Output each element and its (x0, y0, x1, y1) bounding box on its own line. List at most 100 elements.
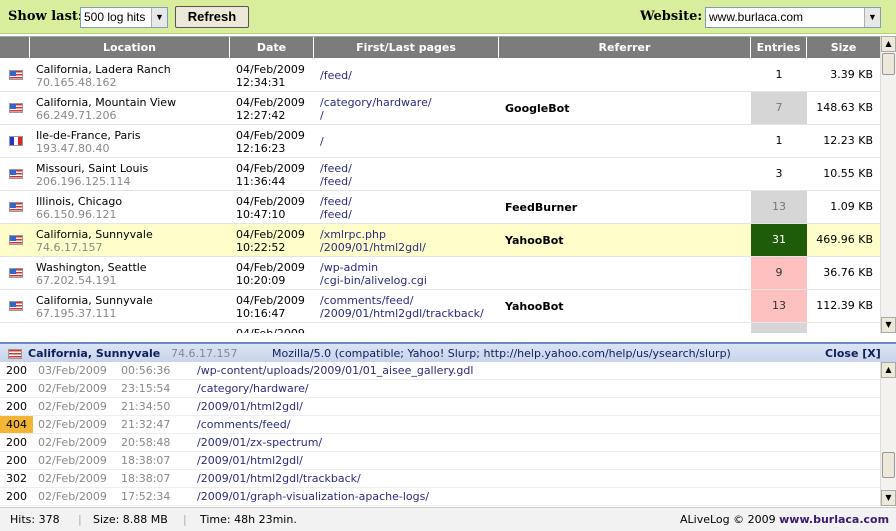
chevron-down-icon[interactable]: ▼ (151, 8, 167, 27)
first-page-link[interactable]: / (320, 135, 324, 148)
log-row[interactable]: 302 02/Feb/2009 18:38:07/2009/01/html2gdl/… (0, 470, 880, 488)
first-page-link[interactable]: /comments/feed/ (320, 294, 414, 307)
first-page-link[interactable]: /xmlrpc.php (320, 228, 386, 241)
table-row[interactable]: 04/Feb/2009/2009/01/html2gdl/ (0, 323, 880, 333)
log-row[interactable]: 200 02/Feb/2009 21:34:50/2009/01/html2gdl/ (0, 398, 880, 416)
transfer-size: 36.76 KB (823, 266, 873, 279)
first-page-link[interactable]: /feed/ (320, 69, 352, 82)
visit-date: 04/Feb/2009 (236, 162, 305, 175)
transfer-size (807, 323, 873, 333)
first-page-link[interactable]: /category/hardware/ (320, 96, 432, 109)
log-date: 02/Feb/2009 (38, 382, 107, 395)
table-row[interactable]: California, Mountain View 66.249.71.206 04… (0, 92, 880, 125)
last-page-link[interactable]: /feed/ (320, 208, 352, 221)
visit-date: 04/Feb/2009 (236, 294, 305, 307)
table-row[interactable]: California, Sunnyvale 74.6.17.157 04/Feb/2… (0, 224, 880, 257)
status-code: 302 (6, 472, 27, 485)
column-header-entries[interactable]: Entries (751, 37, 807, 59)
scroll-thumb[interactable] (882, 452, 895, 478)
table-row[interactable]: California, Sunnyvale 67.195.37.111 04/Feb… (0, 290, 880, 323)
log-row[interactable]: 404 02/Feb/2009 21:32:47/comments/feed/ (0, 416, 880, 434)
entries-count: 7 (751, 92, 807, 124)
status-code: 404 (0, 416, 33, 433)
refresh-button[interactable]: Refresh (175, 6, 249, 28)
column-header-size[interactable]: Size (807, 37, 880, 59)
log-time: 20:58:48 (121, 436, 171, 449)
column-header-pages[interactable]: First/Last pages (314, 37, 499, 59)
log-path-link[interactable]: /2009/01/graph-visualization-apache-logs… (197, 490, 429, 503)
log-path-link[interactable]: /comments/feed/ (197, 418, 291, 431)
log-path-link[interactable]: /wp-content/uploads/2009/01/01_aisee_gal… (197, 364, 473, 377)
visit-date: 04/Feb/2009 (236, 129, 305, 142)
last-page-link[interactable]: /2009/01/html2gdl/ (320, 241, 426, 254)
log-date: 02/Feb/2009 (38, 472, 107, 485)
table-row[interactable]: Ile-de-France, Paris 193.47.80.40 04/Feb/2… (0, 125, 880, 158)
chevron-down-icon[interactable]: ▼ (864, 8, 880, 27)
hit-log: 200 03/Feb/2009 00:56:36/wp-content/upload… (0, 362, 880, 506)
location-name: California, Sunnyvale (36, 228, 153, 241)
table-row[interactable]: California, Ladera Ranch 70.165.48.162 04/… (0, 59, 880, 92)
last-page-link[interactable]: / (320, 109, 324, 122)
log-row[interactable]: 200 02/Feb/2009 23:15:54/category/hardware… (0, 380, 880, 398)
entries-count: 13 (751, 290, 807, 322)
visits-table: Location Date First/Last pages Referrer … (0, 36, 880, 333)
scroll-up-icon[interactable]: ▲ (881, 36, 896, 52)
log-date: 03/Feb/2009 (38, 364, 107, 377)
column-header-referrer[interactable]: Referrer (499, 37, 751, 59)
table-row[interactable]: Washington, Seattle 67.202.54.191 04/Feb/2… (0, 257, 880, 290)
log-path-link[interactable]: /2009/01/html2gdl/trackback/ (197, 472, 361, 485)
column-header-date[interactable]: Date (230, 37, 314, 59)
scroll-down-icon[interactable]: ▼ (881, 490, 896, 506)
entries-count (751, 323, 807, 333)
scroll-up-icon[interactable]: ▲ (881, 362, 896, 378)
log-path-link[interactable]: /2009/01/html2gdl/ (197, 454, 303, 467)
log-time: 00:56:36 (121, 364, 171, 377)
log-row[interactable]: 200 02/Feb/2009 20:58:48/2009/01/zx-spectr… (0, 434, 880, 452)
location-name: California, Mountain View (36, 96, 177, 109)
entries-count: 1 (775, 68, 783, 81)
log-path-link[interactable]: /2009/01/html2gdl/ (197, 400, 303, 413)
transfer-size: 1.09 KB (830, 200, 873, 213)
location-name: Ile-de-France, Paris (36, 129, 141, 142)
first-page-link[interactable]: /wp-admin (320, 261, 378, 274)
log-row[interactable]: 200 02/Feb/2009 17:52:34/2009/01/graph-vis… (0, 488, 880, 506)
log-time: 18:38:07 (121, 472, 171, 485)
ip-address: 193.47.80.40 (36, 142, 110, 155)
log-path-link[interactable]: /category/hardware/ (197, 382, 309, 395)
log-scrollbar[interactable]: ▲ ▼ (880, 362, 896, 506)
last-page-link[interactable]: /2009/01/html2gdl/trackback/ (320, 307, 484, 320)
last-page-link[interactable]: /feed/ (320, 175, 352, 188)
table-row[interactable]: Illinois, Chicago 66.150.96.121 04/Feb/200… (0, 191, 880, 224)
referrer: FeedBurner (505, 201, 578, 214)
divider: | (183, 513, 187, 526)
table-row[interactable]: Missouri, Saint Louis 206.196.125.114 04/F… (0, 158, 880, 191)
site-link[interactable]: www.burlaca.com (779, 513, 889, 526)
visit-date: 04/Feb/2009 (236, 195, 305, 208)
status-code: 200 (6, 436, 27, 449)
log-path-link[interactable]: /2009/01/zx-spectrum/ (197, 436, 322, 449)
entries-count: 31 (751, 224, 807, 256)
us-flag-icon (8, 349, 22, 359)
log-row[interactable]: 200 02/Feb/2009 18:38:07/2009/01/html2gdl/ (0, 452, 880, 470)
column-header-location[interactable]: Location (30, 37, 230, 59)
referrer: GoogleBot (505, 102, 570, 115)
us-flag-icon (9, 169, 23, 179)
visit-date: 04/Feb/2009 (236, 228, 305, 241)
scroll-thumb[interactable] (882, 53, 895, 75)
table-scrollbar[interactable]: ▲ ▼ (880, 36, 896, 333)
scroll-down-icon[interactable]: ▼ (881, 317, 896, 333)
status-bar: Hits: 378 | Size: 8.88 MB | Time: 48h 23… (0, 507, 896, 531)
show-last-select[interactable]: 500 log hits ▼ (80, 7, 168, 28)
copyright-text: ALiveLog © 2009 (680, 513, 780, 526)
last-page-link[interactable]: /cgi-bin/alivelog.cgi (320, 274, 427, 287)
transfer-size: 10.55 KB (823, 167, 873, 180)
close-button[interactable]: Close [X] (825, 347, 881, 360)
log-row[interactable]: 200 03/Feb/2009 00:56:36/wp-content/upload… (0, 362, 880, 380)
website-select[interactable]: www.burlaca.com ▼ (705, 7, 881, 28)
ip-address: 70.165.48.162 (36, 76, 117, 89)
first-page-link[interactable]: /feed/ (320, 162, 352, 175)
first-page-link[interactable]: /feed/ (320, 195, 352, 208)
transfer-size: 3.39 KB (830, 68, 873, 81)
log-time: 23:15:54 (121, 382, 171, 395)
detail-user-agent: Mozilla/5.0 (compatible; Yahoo! Slurp; h… (272, 347, 731, 360)
